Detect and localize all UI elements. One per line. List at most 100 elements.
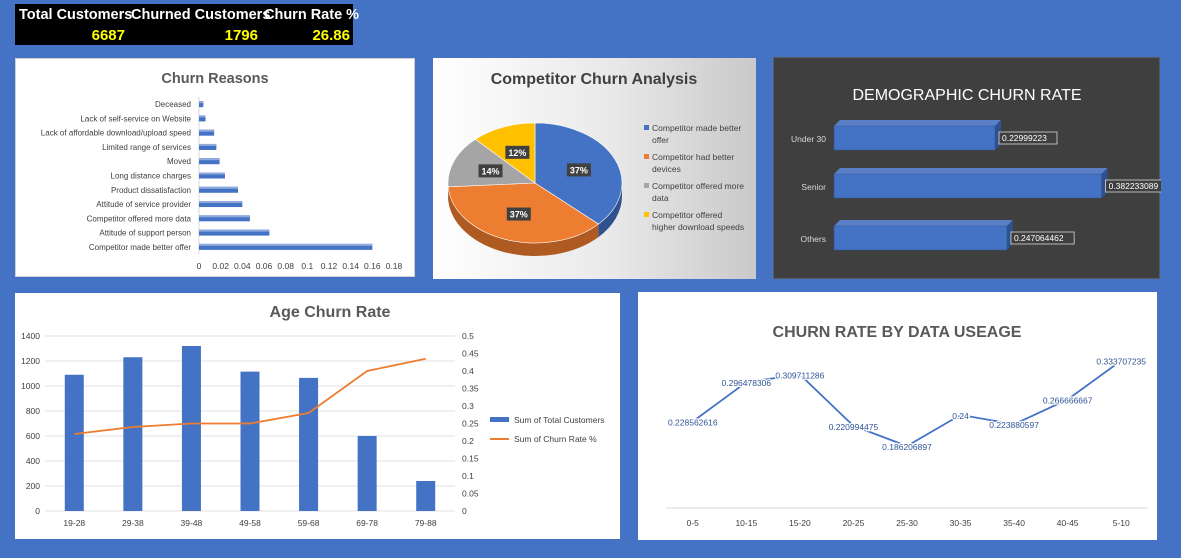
age-y2-tick: 0.5: [462, 331, 474, 341]
reason-bar-top: [199, 115, 206, 118]
reasons-x-tick: 0.06: [256, 261, 273, 271]
reason-label: Moved: [167, 157, 191, 166]
age-y-tick: 1000: [21, 381, 40, 391]
age-x-tick: 59-68: [298, 518, 320, 528]
age-y-tick: 1400: [21, 331, 40, 341]
reason-label: Deceased: [155, 100, 191, 109]
age-x-tick: 79-88: [415, 518, 437, 528]
reason-label: Lack of affordable download/upload speed: [41, 129, 191, 138]
data-usage-panel[interactable]: CHURN RATE BY DATA USEAGE 0-5 10-15 15-20 2…: [638, 292, 1157, 540]
demographic-label: Senior: [801, 182, 826, 192]
legend-swatch: [644, 125, 649, 130]
age-y2-tick: 0.2: [462, 436, 474, 446]
pie-data-label: 12%: [508, 148, 526, 158]
reason-label: Attitude of service provider: [96, 200, 191, 209]
reason-bar-top: [199, 101, 204, 104]
pie-data-label: 14%: [482, 166, 500, 176]
demographic-bar-top: [834, 168, 1108, 174]
usage-data-label: 0.220994475: [829, 422, 879, 432]
reason-bar-top: [199, 229, 270, 232]
legend-label: Competitor made better: [652, 123, 741, 133]
age-legend-swatch-bar: [490, 417, 509, 422]
churn-reasons-title: Churn Reasons: [161, 71, 268, 87]
reasons-x-tick: 0.12: [321, 261, 338, 271]
demographic-value: 0.382233089: [1109, 181, 1159, 191]
reason-bar-top: [199, 186, 238, 189]
legend-swatch: [644, 183, 649, 188]
reason-bar-top: [199, 172, 225, 175]
reason-label: Competitor made better offer: [89, 243, 191, 252]
reason-label: Long distance charges: [111, 172, 192, 181]
reason-bar-top: [199, 129, 215, 132]
usage-data-label: 0.266666667: [1043, 395, 1093, 405]
demographic-bar: [833, 173, 1102, 199]
age-x-tick: 49-58: [239, 518, 261, 528]
demographic-churn-chart: DEMOGRAPHIC CHURN RATE Under 30 0.2299922…: [791, 87, 1161, 251]
total-customers-value: 6687: [91, 27, 125, 44]
reasons-x-tick: 0.18: [386, 261, 403, 271]
legend-label-cont: data: [652, 193, 669, 203]
age-y2-tick: 0.15: [462, 454, 479, 464]
reasons-x-tick: 0.04: [234, 261, 251, 271]
usage-data-label: 0.296478306: [722, 378, 772, 388]
reason-label: Competitor offered more data: [87, 214, 192, 223]
reason-label: Attitude of support person: [99, 229, 191, 238]
age-churn-title: Age Churn Rate: [270, 304, 391, 321]
demographic-churn-title: DEMOGRAPHIC CHURN RATE: [852, 87, 1081, 104]
demographic-bar: [833, 225, 1008, 251]
churned-customers-value: 1796: [224, 27, 258, 44]
reason-label: Limited range of services: [102, 143, 191, 152]
usage-x-tick: 5-10: [1113, 518, 1130, 528]
demographic-bar-top: [834, 120, 1001, 126]
age-y2-tick: 0.3: [462, 401, 474, 411]
usage-x-tick: 10-15: [735, 518, 757, 528]
legend-label-cont: offer: [652, 135, 669, 145]
age-y-tick: 600: [26, 431, 40, 441]
usage-x-tick: 15-20: [789, 518, 811, 528]
legend-label: Competitor offered: [652, 210, 723, 220]
usage-data-label: 0.24: [952, 411, 969, 421]
age-x-tick: 29-38: [122, 518, 144, 528]
legend-swatch: [644, 154, 649, 159]
reason-bar-top: [199, 215, 250, 218]
pie-data-label: 37%: [570, 165, 588, 175]
age-y2-tick: 0.05: [462, 489, 479, 499]
age-x-tick: 39-48: [181, 518, 203, 528]
competitor-churn-panel[interactable]: Competitor Churn Analysis 37% 37% 14% 12% Co…: [433, 58, 756, 279]
reason-bar-top: [199, 243, 373, 246]
age-y2-tick: 0.45: [462, 349, 479, 359]
churn-rate-value: 26.86: [312, 27, 350, 44]
usage-data-label: 0.186206897: [882, 442, 932, 452]
competitor-churn-title: Competitor Churn Analysis: [491, 71, 698, 88]
age-y2-tick: 0.35: [462, 384, 479, 394]
reason-bar-top: [199, 158, 220, 161]
usage-x-tick: 30-35: [950, 518, 972, 528]
reason-label: Product dissatisfaction: [111, 186, 191, 195]
age-bar: [181, 346, 201, 511]
usage-x-tick: 20-25: [843, 518, 865, 528]
competitor-churn-chart: Competitor Churn Analysis 37% 37% 14% 12% Co…: [447, 71, 744, 256]
usage-data-label: 0.309711286: [775, 371, 824, 381]
age-churn-panel[interactable]: Age Churn Rate 0 200 400 600 800 1000 1200 1400…: [15, 293, 620, 539]
reason-bar-top: [199, 143, 217, 146]
age-x-tick: 69-78: [356, 518, 378, 528]
age-bar: [123, 357, 143, 511]
age-bar: [416, 481, 436, 511]
age-y-tick: 0: [35, 506, 40, 516]
data-usage-title: CHURN RATE BY DATA USEAGE: [773, 324, 1022, 341]
age-churn-chart: Age Churn Rate 0 200 400 600 800 1000 1200 1400…: [21, 304, 604, 528]
churn-reasons-panel[interactable]: Churn Reasons Deceased Lack of self-servi…: [15, 58, 415, 277]
usage-x-tick: 25-30: [896, 518, 918, 528]
age-bar: [64, 374, 84, 511]
usage-data-label: 0.333707235: [1096, 357, 1146, 367]
age-y2-tick: 0.25: [462, 419, 479, 429]
demographic-churn-panel[interactable]: DEMOGRAPHIC CHURN RATE Under 30 0.2299922…: [773, 57, 1161, 279]
legend-swatch: [644, 212, 649, 217]
age-legend-line-label: Sum of Churn Rate %: [514, 434, 597, 444]
reasons-x-tick: 0.14: [342, 261, 359, 271]
usage-x-tick: 0-5: [687, 518, 700, 528]
usage-x-tick: 35-40: [1003, 518, 1025, 528]
usage-data-label: 0.223880597: [989, 420, 1039, 430]
age-y-tick: 800: [26, 406, 40, 416]
age-bar: [299, 377, 319, 511]
